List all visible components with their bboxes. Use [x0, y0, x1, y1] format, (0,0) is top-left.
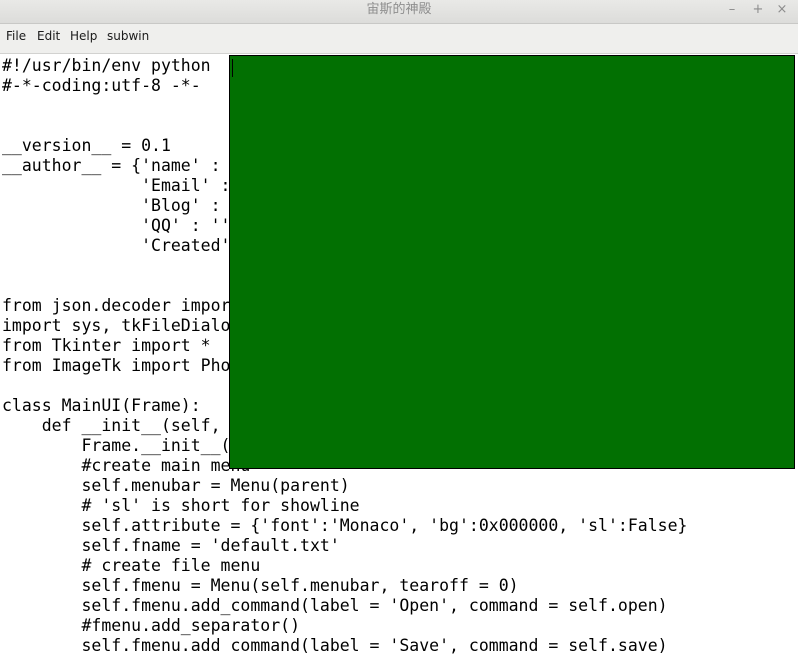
window-title: 宙斯的神殿 — [366, 2, 432, 17]
code-line[interactable]: 'QQ' : '' — [2, 216, 230, 236]
code-line[interactable]: self.fmenu.add_command(label = 'Save', c… — [2, 636, 667, 654]
code-line[interactable]: import sys, tkFileDialo — [2, 316, 230, 336]
menu-help[interactable]: Help — [70, 24, 97, 54]
code-line[interactable]: #-*-coding:utf-8 -*- — [2, 76, 201, 96]
code-line[interactable]: self.fname = 'default.txt' — [2, 536, 339, 556]
title-bar[interactable]: 宙斯的神殿 – + × — [0, 0, 798, 24]
code-line[interactable]: #fmenu.add_separator() — [2, 616, 300, 636]
code-line[interactable]: __author__ = {'name' : — [2, 156, 221, 176]
menu-bar: File Edit Help subwin — [0, 24, 798, 54]
menu-edit[interactable]: Edit — [37, 24, 60, 54]
code-line[interactable]: __version__ = 0.1 — [2, 136, 171, 156]
menu-file[interactable]: File — [6, 24, 26, 54]
code-line[interactable]: def __init__(self, — [2, 416, 221, 436]
code-line[interactable]: 'Created' — [2, 236, 230, 256]
code-line[interactable]: class MainUI(Frame): — [2, 396, 201, 416]
code-line[interactable]: # 'sl' is short for showline — [2, 496, 359, 516]
minimize-icon[interactable]: – — [722, 2, 742, 20]
code-line[interactable]: self.fmenu = Menu(self.menubar, tearoff … — [2, 576, 518, 596]
code-line[interactable]: self.fmenu.add_command(label = 'Open', c… — [2, 596, 667, 616]
code-line[interactable]: #!/usr/bin/env python — [2, 56, 211, 76]
code-line[interactable]: self.attribute = {'font':'Monaco', 'bg':… — [2, 516, 687, 536]
code-line[interactable]: from ImageTk import Pho — [2, 356, 230, 376]
code-line[interactable]: from Tkinter import * — [2, 336, 211, 356]
code-line[interactable]: from json.decoder impor — [2, 296, 230, 316]
app-window: 宙斯的神殿 – + × File Edit Help subwin #!/usr… — [0, 0, 798, 654]
code-line[interactable]: 'Blog' : — [2, 196, 220, 216]
code-line[interactable]: # create file menu — [2, 556, 260, 576]
menu-subwin[interactable]: subwin — [107, 24, 149, 54]
subwindow-panel[interactable] — [229, 55, 795, 469]
maximize-icon[interactable]: + — [748, 2, 768, 20]
close-icon[interactable]: × — [772, 2, 792, 20]
code-line[interactable]: #create main menu — [2, 456, 250, 476]
code-line[interactable]: self.menubar = Menu(parent) — [2, 476, 349, 496]
code-line[interactable]: Frame.__init__( — [2, 436, 230, 456]
text-cursor — [232, 59, 233, 77]
code-line[interactable]: 'Email' : — [2, 176, 230, 196]
